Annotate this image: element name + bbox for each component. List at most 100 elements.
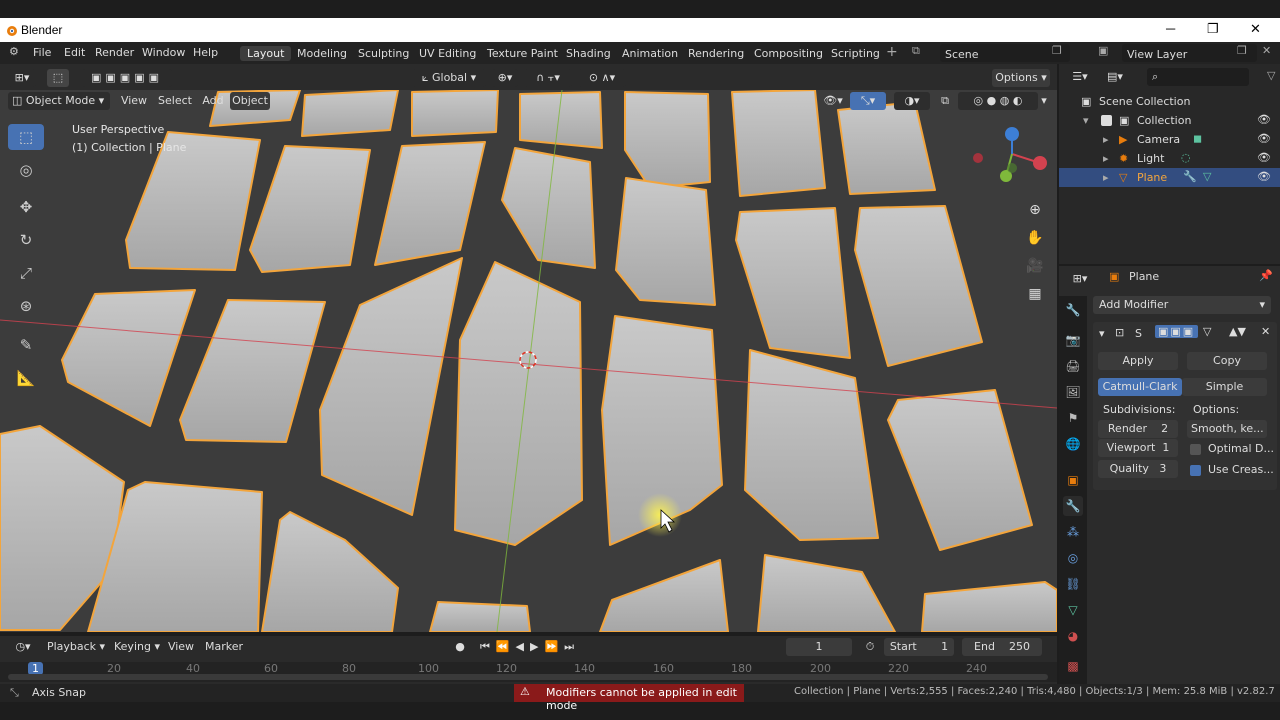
object-menu[interactable]: Object bbox=[230, 92, 270, 110]
camera-view-icon[interactable]: 🎥 bbox=[1024, 258, 1046, 280]
annotate-tool-icon[interactable]: ✎ bbox=[8, 332, 44, 358]
eye-icon[interactable]: 👁 bbox=[1257, 113, 1271, 126]
selection-mode-icons[interactable]: ▣▣▣▣▣ bbox=[82, 69, 172, 87]
outliner-search-input[interactable]: ⌕ bbox=[1147, 68, 1249, 86]
timeline-view-menu[interactable]: View bbox=[166, 638, 196, 656]
start-frame-field[interactable]: Start 1 bbox=[884, 638, 954, 656]
texture-tab-icon[interactable]: ▩ bbox=[1063, 656, 1083, 676]
measure-tool-icon[interactable]: 📐 bbox=[8, 365, 44, 391]
menu-help[interactable]: Help bbox=[193, 46, 218, 59]
material-tab-icon[interactable]: ◕ bbox=[1063, 626, 1083, 646]
menu-render[interactable]: Render bbox=[95, 46, 134, 59]
cursor-tool-icon[interactable]: ◎ bbox=[8, 157, 44, 183]
checkbox-icon[interactable] bbox=[1101, 115, 1112, 126]
view-menu[interactable]: View bbox=[118, 92, 150, 110]
proportional-edit-icon[interactable]: ⊙ ∧▾ bbox=[578, 69, 626, 87]
properties-editor-icon[interactable]: ⊞▾ bbox=[1067, 270, 1093, 288]
record-icon[interactable]: ● bbox=[452, 638, 468, 656]
pin-icon[interactable]: 📌 bbox=[1259, 269, 1273, 282]
grid-view-icon[interactable]: ▦ bbox=[1024, 286, 1046, 308]
menu-edit[interactable]: Edit bbox=[64, 46, 85, 59]
outliner-item-light[interactable]: ▸ ✹ Light ◌ 👁 bbox=[1059, 149, 1280, 168]
quality-field[interactable]: Quality 3 bbox=[1098, 460, 1178, 478]
end-frame-field[interactable]: End 250 bbox=[962, 638, 1042, 656]
view-layer-tab-icon[interactable]: 🖼 bbox=[1063, 382, 1083, 402]
particles-tab-icon[interactable]: ⁂ bbox=[1063, 522, 1083, 542]
world-tab-icon[interactable]: 🌐 bbox=[1063, 434, 1083, 454]
tab-texture-paint[interactable]: Texture Paint bbox=[480, 46, 565, 61]
new-view-layer-icon[interactable]: ❐ bbox=[1237, 44, 1247, 57]
pivot-point-icon[interactable]: ⊕▾ bbox=[492, 69, 518, 87]
timeline-ruler[interactable]: 1 20 40 60 80 100 120 140 160 180 200 22… bbox=[0, 662, 1057, 682]
remove-view-layer-icon[interactable]: ✕ bbox=[1262, 44, 1271, 57]
tab-animation[interactable]: Animation bbox=[615, 46, 685, 61]
add-workspace-icon[interactable]: + bbox=[886, 44, 898, 60]
outliner-item-collection[interactable]: ▾ ▣ Collection 👁 bbox=[1059, 111, 1280, 130]
playback-menu[interactable]: Playback ▾ bbox=[46, 638, 106, 656]
select-tool-icon[interactable]: ⬚ bbox=[8, 124, 44, 150]
stopwatch-icon[interactable]: ⏱ bbox=[860, 638, 880, 656]
modifier-name-field[interactable]: S bbox=[1135, 327, 1142, 340]
tab-shading[interactable]: Shading bbox=[559, 46, 618, 61]
menu-window[interactable]: Window bbox=[142, 46, 185, 59]
current-frame-field[interactable]: 1 bbox=[786, 638, 852, 656]
snap-icon[interactable]: ∩ ⫟▾ bbox=[524, 69, 572, 87]
gizmo-toggle-icon[interactable]: ⤡▾ bbox=[850, 92, 886, 110]
outliner-item-camera[interactable]: ▸ ▶ Camera ◼ 👁 bbox=[1059, 130, 1280, 149]
display-mode-icon[interactable]: ▤▾ bbox=[1101, 68, 1129, 86]
constraints-tab-icon[interactable]: ⛓ bbox=[1063, 574, 1083, 594]
output-tab-icon[interactable]: 🖨 bbox=[1063, 356, 1083, 376]
scene-field[interactable]: Scene bbox=[940, 44, 1070, 62]
transform-tool-icon[interactable]: ⊛ bbox=[8, 293, 44, 319]
close-icon[interactable]: ✕ bbox=[1250, 21, 1261, 37]
minimize-icon[interactable]: ─ bbox=[1166, 21, 1175, 36]
tab-scripting[interactable]: Scripting bbox=[824, 46, 887, 61]
select-menu[interactable]: Select bbox=[156, 92, 194, 110]
filter-icon[interactable]: ▽ bbox=[1267, 69, 1275, 82]
eye-icon[interactable]: 👁 bbox=[1257, 132, 1271, 145]
copy-button[interactable]: Copy bbox=[1187, 352, 1267, 370]
select-box-icon[interactable]: ⬚ bbox=[47, 69, 69, 87]
object-tab-icon[interactable]: ▣ bbox=[1063, 470, 1083, 490]
move-up-down-icon[interactable]: ▲▼ bbox=[1229, 325, 1246, 338]
scene-tab-icon[interactable]: ⚑ bbox=[1063, 408, 1083, 428]
timeline-scrollbar[interactable] bbox=[8, 674, 1048, 680]
optimal-display-checkbox[interactable] bbox=[1190, 442, 1201, 455]
visibility-icon[interactable]: 👁▾ bbox=[818, 92, 848, 110]
outliner-item-plane[interactable]: ▸ ▽ Plane 🔧 ▽ 👁 bbox=[1059, 168, 1280, 187]
remove-modifier-icon[interactable]: ✕ bbox=[1261, 325, 1270, 338]
transform-orientation-dropdown[interactable]: ⟀ Global ▾ bbox=[412, 69, 486, 87]
apply-button[interactable]: Apply bbox=[1098, 352, 1178, 370]
add-modifier-dropdown[interactable]: Add Modifier ▾ bbox=[1093, 296, 1271, 314]
modifier-tab-icon[interactable]: 🔧 bbox=[1063, 496, 1083, 516]
eye-icon[interactable]: 👁 bbox=[1257, 170, 1271, 183]
marker-menu[interactable]: Marker bbox=[202, 638, 246, 656]
new-scene-icon[interactable]: ❐ bbox=[1052, 44, 1062, 57]
render-levels-field[interactable]: Render 2 bbox=[1098, 420, 1178, 438]
xray-icon[interactable]: ⧉ bbox=[936, 92, 954, 110]
scale-tool-icon[interactable]: ⤢ bbox=[8, 260, 44, 286]
collapse-icon[interactable]: ▾ bbox=[1099, 327, 1105, 340]
pan-hand-icon[interactable]: ✋ bbox=[1024, 230, 1046, 252]
tab-compositing[interactable]: Compositing bbox=[747, 46, 830, 61]
maximize-icon[interactable]: ❐ bbox=[1207, 21, 1219, 37]
editor-type-icon[interactable]: ⊞▾ bbox=[8, 69, 36, 87]
tab-rendering[interactable]: Rendering bbox=[681, 46, 751, 61]
shading-dropdown-icon[interactable]: ▾ bbox=[1036, 92, 1052, 110]
viewport-levels-field[interactable]: Viewport 1 bbox=[1098, 439, 1178, 457]
playback-controls-icons[interactable]: ⏮⏪◀▶⏩⏭ bbox=[474, 638, 586, 656]
use-crease-checkbox[interactable] bbox=[1190, 463, 1201, 476]
modifier-visibility-icons[interactable]: ▣▣▣ bbox=[1155, 325, 1199, 338]
blender-menu-icon[interactable]: ⚙ bbox=[9, 45, 19, 58]
tab-sculpting[interactable]: Sculpting bbox=[351, 46, 416, 61]
uv-smooth-dropdown[interactable]: Smooth, ke... ▾ bbox=[1187, 420, 1267, 453]
physics-tab-icon[interactable]: ◎ bbox=[1063, 548, 1083, 568]
add-menu[interactable]: Add bbox=[200, 92, 226, 110]
simple-button[interactable]: Simple bbox=[1182, 378, 1267, 396]
view-layer-icon[interactable]: ▣ bbox=[1098, 44, 1108, 57]
shading-mode-icons[interactable]: ◎ ● ◍ ◐ bbox=[958, 92, 1038, 110]
tab-layout[interactable]: Layout bbox=[240, 46, 292, 61]
overlay-toggle-icon[interactable]: ◑▾ bbox=[894, 92, 930, 110]
render-tab-icon[interactable]: 📷 bbox=[1063, 330, 1083, 350]
move-tool-icon[interactable]: ✥ bbox=[8, 194, 44, 220]
